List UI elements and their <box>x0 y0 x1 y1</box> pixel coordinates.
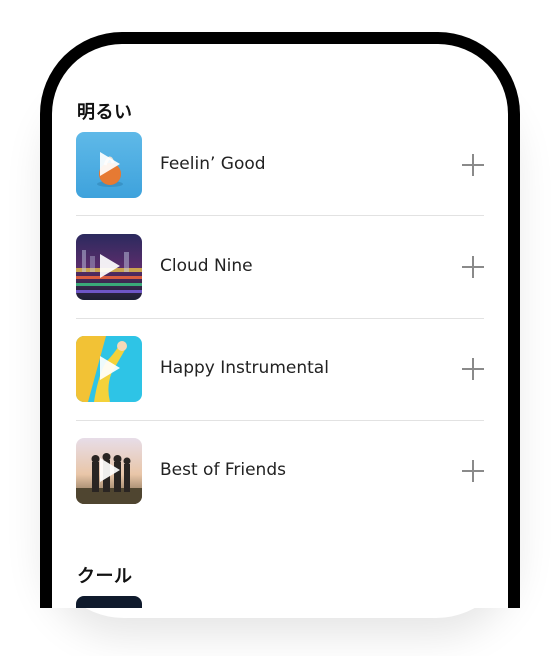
play-icon[interactable] <box>100 458 120 482</box>
track-row-feelin-good[interactable]: Feelin’ Good <box>76 132 484 198</box>
divider <box>76 420 484 421</box>
track-title: Best of Friends <box>160 460 286 480</box>
play-icon[interactable] <box>100 152 120 176</box>
divider <box>76 215 484 216</box>
track-row-best-of-friends[interactable]: Best of Friends <box>76 438 484 504</box>
section-title-cool: クール <box>77 566 133 587</box>
plus-icon[interactable] <box>462 256 484 278</box>
divider <box>76 318 484 319</box>
plus-icon[interactable] <box>462 154 484 176</box>
track-title: Feelin’ Good <box>160 154 266 174</box>
plus-icon[interactable] <box>462 460 484 482</box>
track-thumbnail[interactable] <box>76 438 142 504</box>
play-icon[interactable] <box>100 254 120 278</box>
track-title: Happy Instrumental <box>160 358 329 378</box>
app-stage: 明るい Feelin’ Good Cloud Nine Happy Instru… <box>0 0 560 656</box>
track-thumbnail-partial[interactable] <box>76 596 142 608</box>
track-thumbnail[interactable] <box>76 132 142 198</box>
play-icon[interactable] <box>100 356 120 380</box>
track-title: Cloud Nine <box>160 256 253 276</box>
track-row-happy-instrumental[interactable]: Happy Instrumental <box>76 336 484 402</box>
section-title-bright: 明るい <box>77 102 133 123</box>
track-row-cloud-nine[interactable]: Cloud Nine <box>76 234 484 300</box>
track-thumbnail[interactable] <box>76 234 142 300</box>
phone-screen: 明るい Feelin’ Good Cloud Nine Happy Instru… <box>52 44 508 608</box>
track-thumbnail[interactable] <box>76 336 142 402</box>
phone-frame: 明るい Feelin’ Good Cloud Nine Happy Instru… <box>40 32 520 608</box>
plus-icon[interactable] <box>462 358 484 380</box>
